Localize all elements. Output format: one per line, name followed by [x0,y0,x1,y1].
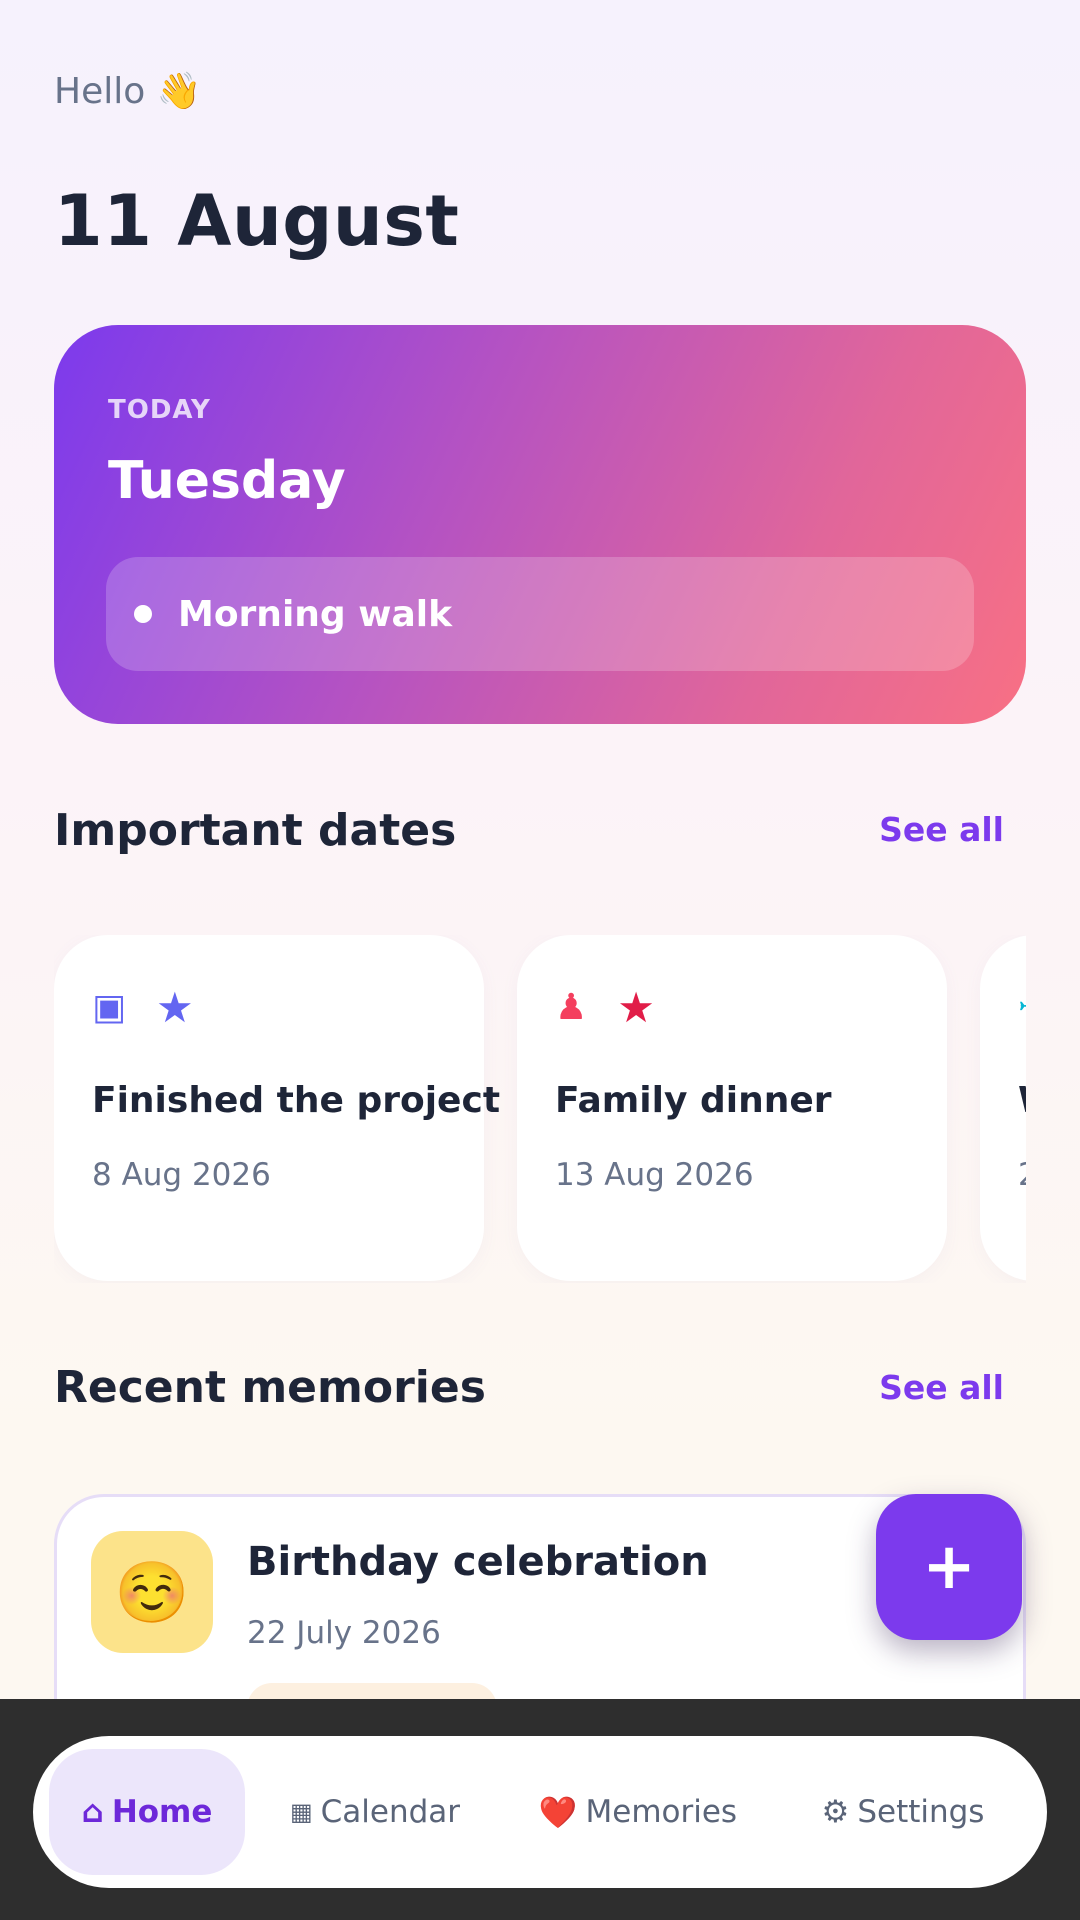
date-card-date: 2 [1018,1157,1026,1193]
today-event-label: Morning walk [178,593,453,635]
recent-memories-see-all-link[interactable]: See all [879,1368,1004,1407]
date-card[interactable]: ▣ ★ Finished the project 8 Aug 2026 [54,935,500,1281]
important-dates-list[interactable]: ▣ ★ Finished the project 8 Aug 2026 ♟ ★ … [54,935,1026,1283]
add-button[interactable]: + [876,1494,1022,1640]
nav-item-label: Memories [585,1794,738,1830]
date-card-title: Finished the project [92,1080,501,1121]
date-card-title: Family dinner [555,1080,832,1121]
plane-icon: ✈ [1018,990,1026,1026]
nav-item-calendar[interactable]: ▦ Calendar [277,1749,473,1875]
gear-icon: ⚙ [821,1794,850,1830]
bottom-navigation: ⌂ Home ▦ Calendar ❤️ Memories ⚙ Settings [0,1699,1080,1920]
smiley-icon: ☺️ [91,1531,213,1653]
nav-item-settings[interactable]: ⚙ Settings [803,1749,1003,1875]
event-dot-icon [134,605,152,623]
nav-item-label: Calendar [320,1794,461,1830]
important-dates-see-all-link[interactable]: See all [879,810,1004,849]
star-icon: ★ [156,983,194,1032]
recent-memories-title: Recent memories [54,1362,486,1413]
calendar-icon: ▦ [289,1798,313,1826]
today-label: TODAY [108,395,211,425]
nav-item-memories[interactable]: ❤️ Memories [523,1749,753,1875]
memory-date: 22 July 2026 [247,1615,441,1651]
page-title: 11 August [54,180,460,262]
date-card-date: 8 Aug 2026 [92,1157,271,1193]
star-icon: ★ [617,983,655,1032]
cake-icon: ♟ [555,987,588,1028]
nav-item-label: Home [111,1794,213,1830]
memory-title: Birthday celebration [247,1539,709,1585]
date-card[interactable]: ✈ ★ W 2 [980,935,1026,1281]
today-day: Tuesday [108,451,346,511]
today-card[interactable]: TODAY Tuesday Morning walk [54,325,1026,724]
important-dates-title: Important dates [54,805,457,856]
date-card-date: 13 Aug 2026 [555,1157,754,1193]
date-card[interactable]: ♟ ★ Family dinner 13 Aug 2026 [517,935,947,1281]
greeting: Hello 👋 [54,71,202,112]
date-card-title: W [1018,1080,1026,1121]
nav-item-home[interactable]: ⌂ Home [49,1749,245,1875]
today-event[interactable]: Morning walk [106,557,974,671]
square-icon: ▣ [92,987,127,1028]
nav-container: ⌂ Home ▦ Calendar ❤️ Memories ⚙ Settings [33,1736,1047,1888]
nav-item-label: Settings [857,1794,985,1830]
heart-icon: ❤️ [538,1794,578,1831]
home-icon: ⌂ [81,1794,104,1830]
